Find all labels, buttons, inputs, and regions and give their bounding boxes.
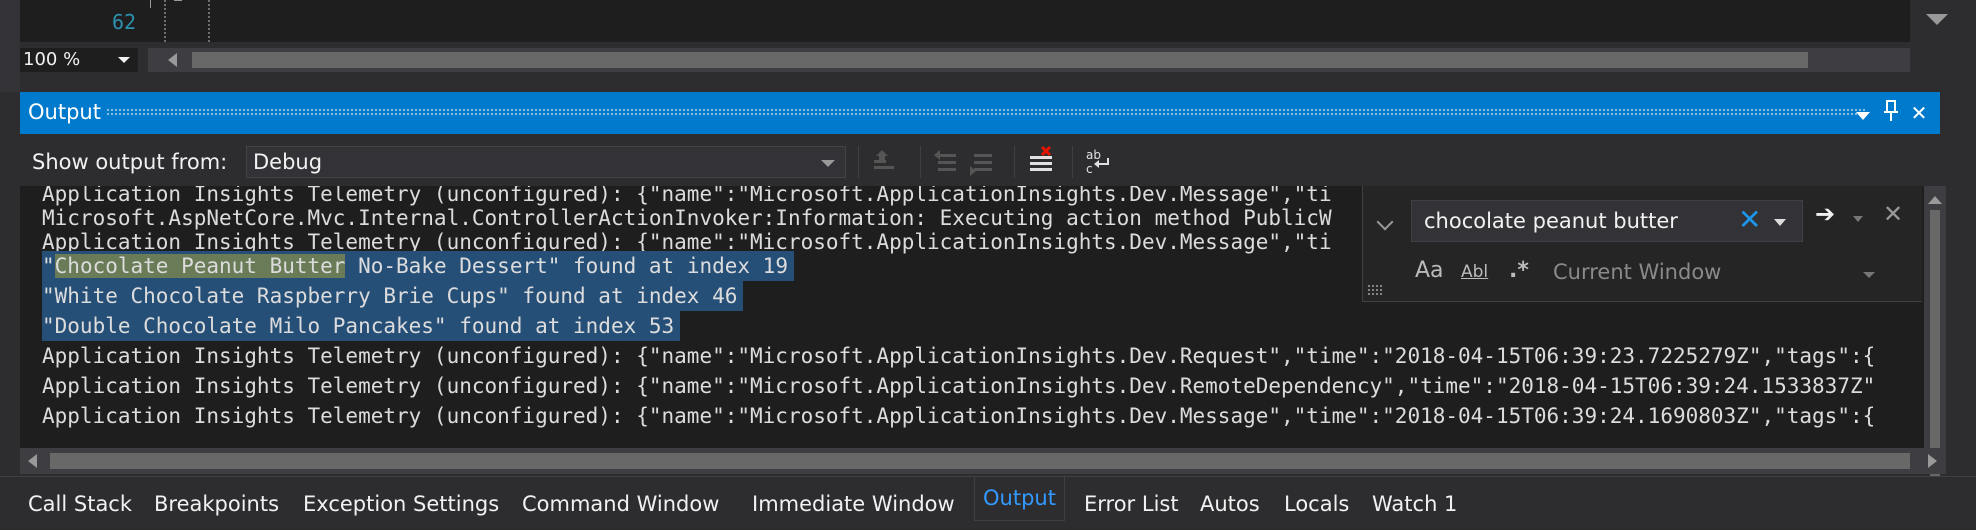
clear-all-icon[interactable] — [1026, 145, 1056, 176]
zoom-value: 100 % — [23, 49, 81, 70]
close-find-icon[interactable]: ✕ — [1883, 200, 1903, 228]
code-editor: 62 — [0, 0, 1976, 92]
tab-immediate-window[interactable]: Immediate Window — [752, 487, 955, 521]
scrollbar-thumb[interactable] — [50, 453, 1910, 469]
search-match-current: Chocolate Peanut Butter — [54, 254, 346, 278]
pin-icon[interactable] — [1878, 100, 1904, 126]
show-output-from-label: Show output from: — [32, 150, 228, 174]
clear-search-icon[interactable]: ✕ — [1738, 205, 1761, 235]
scroll-left-icon[interactable] — [168, 53, 177, 67]
toolbar-separator — [1014, 146, 1015, 178]
search-scope-select[interactable]: Current Window — [1553, 260, 1721, 284]
editor-left-margin — [0, 0, 20, 92]
previous-message-icon[interactable] — [932, 146, 962, 176]
indent-guide — [150, 0, 151, 8]
match-case-icon[interactable]: Aa — [1415, 258, 1444, 283]
output-source-select[interactable]: Debug — [246, 146, 846, 178]
word-wrap-icon[interactable]: ab c — [1084, 146, 1114, 176]
tab-locals[interactable]: Locals — [1284, 487, 1349, 521]
output-toolbar: Show output from: Debug ab c — [20, 134, 1940, 186]
expand-replace-icon[interactable] — [1376, 213, 1394, 231]
chevron-down-icon[interactable] — [1863, 272, 1875, 278]
find-widget: chocolate peanut butter ✕ ➔ ✕ Aa Abl .* … — [1362, 186, 1922, 302]
output-line: Application Insights Telemetry (unconfig… — [42, 344, 1876, 368]
find-next-icon[interactable]: ➔ — [1815, 200, 1835, 228]
editor-zoom-bar: 100 % — [20, 48, 1910, 72]
output-vertical-scrollbar[interactable] — [1924, 186, 1946, 530]
close-icon[interactable]: ✕ — [1906, 100, 1932, 126]
tab-breakpoints[interactable]: Breakpoints — [154, 487, 279, 521]
next-message-icon[interactable] — [968, 146, 998, 176]
toolbar-separator — [1072, 146, 1073, 178]
text-fragment: " — [42, 254, 55, 278]
code-area[interactable]: 62 — [20, 0, 1910, 42]
output-line-selected: "Double Chocolate Milo Pancakes" found a… — [42, 311, 681, 341]
find-query[interactable]: chocolate peanut butter — [1424, 209, 1678, 233]
window-menu-icon[interactable] — [1850, 100, 1876, 126]
drag-grip[interactable] — [106, 108, 1866, 116]
scroll-left-icon[interactable] — [28, 454, 37, 468]
chevron-down-icon[interactable] — [118, 57, 130, 63]
tab-error-list[interactable]: Error List — [1084, 487, 1179, 521]
find-next-options-icon[interactable] — [1853, 216, 1863, 222]
find-input[interactable]: chocolate peanut butter ✕ — [1411, 200, 1803, 242]
tab-command-window[interactable]: Command Window — [522, 487, 719, 521]
output-horizontal-scrollbar[interactable] — [20, 448, 1946, 474]
tool-window-tabs: Call Stack Breakpoints Exception Setting… — [0, 476, 1976, 530]
resize-grip-icon[interactable] — [1367, 284, 1383, 296]
chevron-down-icon[interactable] — [821, 160, 835, 167]
line-number: 62 — [112, 10, 137, 34]
indent-guide — [208, 0, 210, 42]
code-fragment — [174, 0, 182, 2]
scroll-up-icon[interactable] — [1928, 196, 1942, 204]
text-fragment: No-Bake Dessert" found at index 19 — [345, 254, 788, 278]
find-message-in-code-icon[interactable] — [870, 146, 900, 176]
output-window-title: Output — [28, 100, 101, 124]
scroll-right-icon[interactable] — [1928, 454, 1937, 468]
tab-watch-1[interactable]: Watch 1 — [1372, 487, 1457, 521]
editor-vertical-scrollbar[interactable] — [1910, 0, 1976, 92]
tab-autos[interactable]: Autos — [1200, 487, 1260, 521]
zoom-select[interactable]: 100 % — [20, 48, 138, 72]
output-line: Application Insights Telemetry (unconfig… — [42, 404, 1876, 428]
output-window-titlebar[interactable]: Output ✕ — [20, 92, 1940, 134]
match-whole-word-icon[interactable]: Abl — [1461, 262, 1488, 282]
output-line: Application Insights Telemetry (unconfig… — [42, 374, 1876, 398]
svg-text:ab: ab — [1086, 148, 1101, 162]
search-history-icon[interactable] — [1774, 219, 1786, 226]
regex-icon[interactable]: .* — [1509, 258, 1529, 283]
svg-text:c: c — [1086, 162, 1093, 176]
output-source-value: Debug — [253, 150, 323, 174]
editor-horizontal-scrollbar[interactable] — [148, 48, 1910, 72]
toolbar-separator — [858, 146, 859, 178]
indent-guide — [164, 0, 166, 42]
output-line-selected: "Chocolate Peanut Butter No-Bake Dessert… — [42, 251, 794, 281]
toolbar-separator — [920, 146, 921, 178]
tab-call-stack[interactable]: Call Stack — [28, 487, 132, 521]
scroll-down-icon[interactable] — [1926, 14, 1948, 25]
tab-output[interactable]: Output — [974, 477, 1065, 521]
tab-exception-settings[interactable]: Exception Settings — [303, 487, 499, 521]
output-line-selected: "White Chocolate Raspberry Brie Cups" fo… — [42, 281, 744, 311]
scrollbar-thumb[interactable] — [192, 52, 1808, 68]
